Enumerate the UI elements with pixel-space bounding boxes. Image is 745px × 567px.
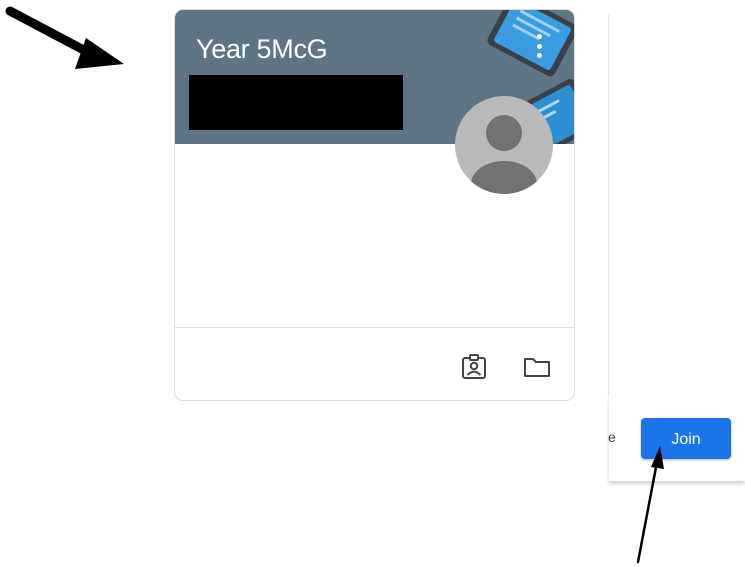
- class-title[interactable]: Year 5McG: [196, 34, 328, 65]
- class-card[interactable]: Year 5McG: [174, 9, 575, 401]
- truncated-text: e: [608, 429, 616, 445]
- person-icon: [471, 115, 537, 194]
- folder-icon[interactable]: [523, 354, 551, 380]
- more-vert-icon[interactable]: [536, 34, 542, 58]
- portfolio-icon[interactable]: [460, 354, 488, 380]
- redacted-subtitle: [189, 75, 403, 130]
- arrow-icon: [5, 6, 124, 69]
- teacher-avatar: [455, 96, 553, 194]
- dialog-edge: [608, 14, 609, 395]
- join-button[interactable]: Join: [641, 418, 731, 459]
- class-card-footer: [175, 327, 574, 400]
